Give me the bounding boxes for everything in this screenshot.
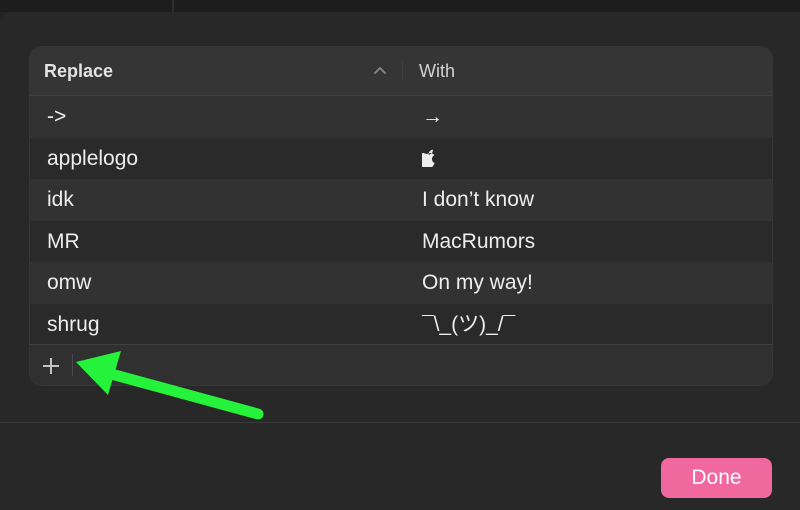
done-button[interactable]: Done [661,458,772,498]
chevron-up-icon[interactable] [373,65,387,75]
table-row[interactable]: idk I don’t know [30,179,772,221]
table-body: -> → applelogo idk I don’t know MR MacRu… [30,96,772,345]
with-cell[interactable]: ¯\_(ツ)_/¯ [422,304,515,346]
replace-cell[interactable]: omw [47,262,91,304]
with-cell[interactable]: On my way! [422,262,533,304]
table-row[interactable]: omw On my way! [30,262,772,304]
table-toolbar [30,344,772,385]
table-row[interactable]: shrug ¯\_(ツ)_/¯ [30,303,772,346]
with-cell[interactable]: → [422,96,443,138]
table-row[interactable]: MR MacRumors [30,220,772,263]
replace-cell[interactable]: MR [47,221,80,263]
with-cell[interactable]: I don’t know [422,179,534,221]
table-header: Replace With [30,47,772,96]
with-cell[interactable] [417,138,437,180]
background-divider [172,0,174,12]
text-replacements-window: Replace With -> → applelogo idk I don’t … [0,0,800,510]
replace-cell[interactable]: idk [47,179,74,221]
plus-icon[interactable] [38,353,64,379]
replace-cell[interactable]: applelogo [47,138,138,180]
replace-cell[interactable]: -> [47,96,66,138]
background-window-edge [0,0,800,12]
replace-cell[interactable]: shrug [47,304,100,346]
table-row[interactable]: applelogo [30,137,772,180]
column-divider[interactable] [402,61,403,81]
column-header-replace[interactable]: Replace [44,47,113,95]
toolbar-separator [72,354,73,376]
apple-logo-icon [417,149,435,168]
replacements-table: Replace With -> → applelogo idk I don’t … [30,47,772,385]
column-header-with[interactable]: With [419,47,455,95]
table-row[interactable]: -> → [30,96,772,138]
with-cell[interactable]: MacRumors [422,221,535,263]
footer-divider [0,422,800,423]
